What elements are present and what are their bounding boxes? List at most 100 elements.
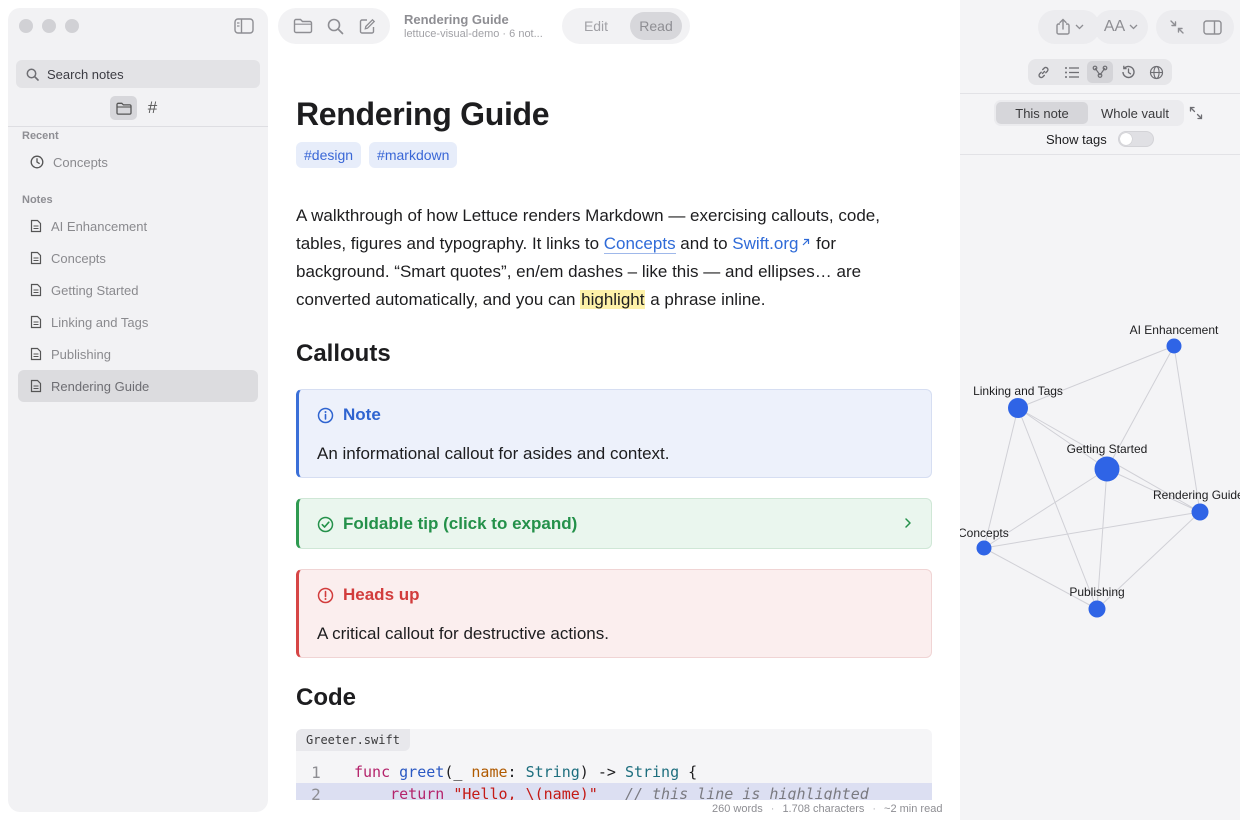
tag-design[interactable]: #design xyxy=(296,142,362,168)
concepts-link[interactable]: Concepts xyxy=(603,234,676,254)
tab-graph[interactable] xyxy=(1086,61,1113,83)
panel-divider xyxy=(960,93,1240,94)
scope-this-note[interactable]: This note xyxy=(996,102,1088,124)
chevron-right-icon[interactable] xyxy=(903,516,913,530)
note-item-rendering-guide[interactable]: Rendering Guide xyxy=(18,370,258,402)
inspector-panel: AA This note Whole vault Show tags AI En… xyxy=(960,0,1240,820)
info-icon xyxy=(317,407,334,423)
tags-tab[interactable]: # xyxy=(139,96,166,120)
code-filename: Greeter.swift xyxy=(296,729,410,751)
document-icon xyxy=(30,315,42,329)
graph-node-concepts[interactable] xyxy=(976,540,992,556)
list-icon xyxy=(1064,66,1079,78)
show-tags-label: Show tags xyxy=(1046,132,1107,147)
graph-node-linking-and-tags[interactable] xyxy=(1008,398,1028,418)
show-tags-toggle[interactable] xyxy=(1118,131,1154,147)
reading-time: ~2 min read xyxy=(884,803,943,815)
tab-history[interactable] xyxy=(1115,61,1141,83)
note-item-getting-started[interactable]: Getting Started xyxy=(18,274,258,306)
files-tab[interactable] xyxy=(110,96,137,120)
minimize-window-button[interactable] xyxy=(42,19,56,33)
check-circle-icon xyxy=(317,516,334,532)
link-icon xyxy=(1038,66,1049,78)
graph-edge xyxy=(983,547,1098,610)
graph-label: Concepts xyxy=(960,526,1009,540)
tab-outline[interactable] xyxy=(1059,61,1085,83)
search-field[interactable] xyxy=(16,60,260,88)
history-icon xyxy=(1122,65,1136,79)
tab-links[interactable] xyxy=(1030,61,1056,83)
note-callout-header: Note xyxy=(317,405,381,425)
document-icon xyxy=(30,251,42,265)
globe-icon xyxy=(1150,65,1164,79)
share-menu-button[interactable] xyxy=(1038,10,1100,44)
highlighted-text: highlight xyxy=(580,290,646,309)
note-item-ai-enhancement[interactable]: AI Enhancement xyxy=(18,210,258,242)
alert-icon xyxy=(317,587,334,603)
note-item-concepts[interactable]: Concepts xyxy=(18,242,258,274)
code-line-highlighted: 2 return "Hello, \(name)" // this line i… xyxy=(296,783,932,800)
window-controls xyxy=(19,19,79,33)
graph-scope-switch: This note Whole vault xyxy=(994,100,1184,126)
note-item-publishing[interactable]: Publishing xyxy=(18,338,258,370)
tip-callout[interactable]: Foldable tip (click to expand) xyxy=(296,498,932,549)
graph-label: Publishing xyxy=(1069,585,1124,599)
share-icon xyxy=(1055,18,1070,35)
tag-markdown[interactable]: #markdown xyxy=(369,142,458,168)
graph-node-publishing[interactable] xyxy=(1088,600,1106,618)
graph-edge xyxy=(1017,407,1108,470)
note-callout-title: Note xyxy=(343,405,381,424)
expand-icon[interactable] xyxy=(1189,106,1203,120)
note-item-label: Concepts xyxy=(51,250,106,266)
font-icon: AA xyxy=(1103,18,1126,35)
recent-item-label: Concepts xyxy=(53,154,108,170)
status-separator: · xyxy=(770,803,775,815)
search-icon xyxy=(26,68,39,81)
tip-callout-title: Foldable tip (click to expand) xyxy=(343,514,578,533)
document-icon xyxy=(30,347,42,361)
collapse-icon[interactable] xyxy=(1169,19,1185,35)
graph-node-rendering-guide[interactable] xyxy=(1191,503,1209,521)
note-callout: Note An informational callout for asides… xyxy=(296,389,932,478)
note-graph[interactable]: AI Enhancement Linking and Tags Getting … xyxy=(960,155,1240,820)
recent-item-concepts[interactable]: Concepts xyxy=(18,146,258,178)
intro-text: and to xyxy=(675,234,733,253)
code-function: greet xyxy=(399,763,445,781)
scope-whole-vault[interactable]: Whole vault xyxy=(1088,102,1182,124)
font-size-button[interactable]: AA xyxy=(1094,10,1148,44)
graph-node-getting-started[interactable] xyxy=(1094,456,1120,482)
external-link-icon xyxy=(803,238,810,246)
code-line: 1 func greet(_ name: String) -> String { xyxy=(296,761,932,783)
code-heading: Code xyxy=(296,684,356,711)
warning-callout-body: A critical callout for destructive actio… xyxy=(317,624,609,643)
graph-label: Rendering Guide xyxy=(1153,488,1240,502)
sidebar-toggle-icon[interactable] xyxy=(234,18,254,34)
note-item-label: Rendering Guide xyxy=(51,378,150,394)
inspector-toggle-icon[interactable] xyxy=(1202,19,1222,35)
note-item-label: Linking and Tags xyxy=(51,314,149,330)
sidebar-mode-switch: # xyxy=(110,96,166,120)
swift-org-link[interactable]: Swift.org xyxy=(732,234,811,253)
tip-callout-header: Foldable tip (click to expand) xyxy=(317,514,577,534)
search-input[interactable] xyxy=(47,66,247,82)
document-icon xyxy=(30,379,42,393)
close-window-button[interactable] xyxy=(19,19,33,33)
code-punct: { xyxy=(679,763,698,781)
graph-label: Getting Started xyxy=(1067,442,1148,456)
zoom-window-button[interactable] xyxy=(65,19,79,33)
folder-icon xyxy=(115,102,132,115)
code-type: String xyxy=(525,763,580,781)
intro-paragraph: A walkthrough of how Lettuce renders Mar… xyxy=(296,202,896,314)
graph-node-ai-enhancement[interactable] xyxy=(1166,338,1182,354)
code-keyword: func xyxy=(354,763,391,781)
note-item-linking-and-tags[interactable]: Linking and Tags xyxy=(18,306,258,338)
sidebar-divider xyxy=(8,126,268,127)
document-icon xyxy=(30,219,42,233)
line-number: 1 xyxy=(311,762,321,782)
status-separator: · xyxy=(872,803,877,815)
tab-publish[interactable] xyxy=(1144,61,1170,83)
recent-section-label: Recent xyxy=(22,130,59,142)
status-bar: 260 words · 1.708 characters · ~2 min re… xyxy=(712,803,942,815)
note-item-label: AI Enhancement xyxy=(51,218,148,234)
document-icon xyxy=(30,283,42,297)
